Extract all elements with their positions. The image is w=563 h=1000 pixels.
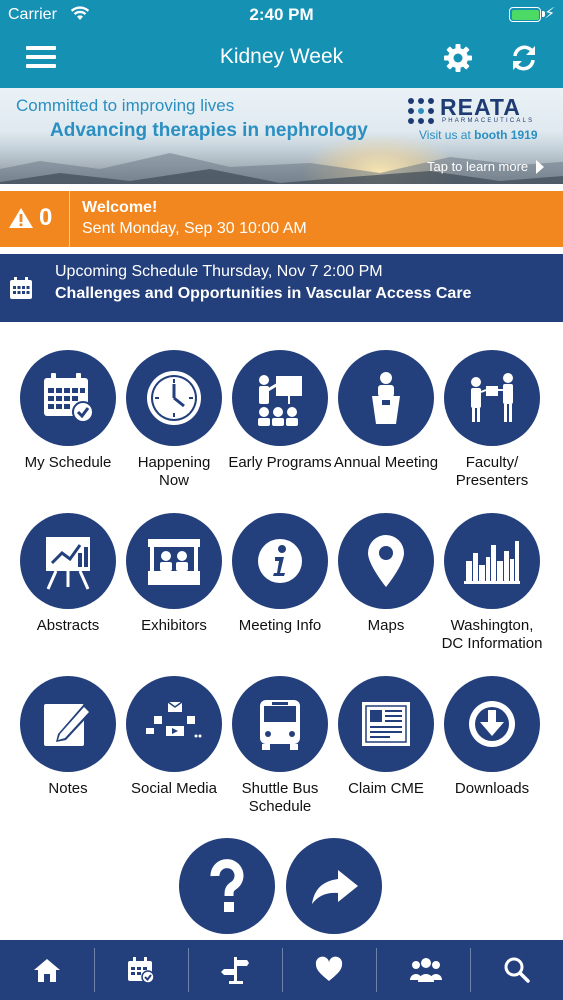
tab-directions[interactable]	[188, 940, 282, 1000]
status-time: 2:40 PM	[249, 5, 314, 24]
play-arrow-icon	[536, 160, 544, 174]
booth-number: booth 1919	[474, 128, 538, 142]
home-icon	[34, 959, 60, 982]
tile-shuttle-bus-schedule[interactable]: Shuttle Bus Schedule	[227, 676, 333, 816]
banner-tagline-1: Committed to improving lives	[16, 96, 235, 115]
alert-title: Welcome!	[82, 199, 158, 216]
page-title: Kidney Week	[219, 45, 344, 68]
banner-brand: REATA	[440, 94, 521, 120]
podium-icon	[338, 350, 434, 446]
tile-annual-meeting[interactable]: Annual Meeting	[333, 350, 439, 472]
tile-label: Abstracts	[36, 617, 100, 634]
alert-count: 0	[39, 204, 53, 231]
download-icon	[444, 676, 540, 772]
booth-icon	[126, 513, 222, 609]
top-bar: Carrier 2:40 PM ⚡ Kidney Week	[0, 0, 563, 88]
tile-exhibitors[interactable]: Exhibitors	[121, 513, 227, 635]
tile-label: Early Programs	[228, 454, 332, 471]
tile-label: Claim CME	[348, 780, 424, 797]
tile-meeting-info[interactable]: Meeting Info	[227, 513, 333, 635]
banner-cta[interactable]: Tap to learn more	[427, 159, 528, 174]
certificate-icon	[338, 676, 434, 772]
refresh-icon[interactable]	[508, 42, 540, 74]
clock-icon	[126, 350, 222, 446]
tile-faculty-presenters[interactable]: Faculty/ Presenters	[439, 350, 545, 490]
people-icon	[410, 958, 442, 982]
help-button[interactable]	[179, 838, 275, 934]
tile-label: Washington, DC Information	[441, 617, 543, 652]
note-pencil-icon	[20, 676, 116, 772]
search-icon	[504, 957, 530, 983]
tab-search[interactable]	[470, 940, 563, 1000]
calendar-icon	[128, 957, 155, 984]
tile-happening-now[interactable]: Happening Now	[121, 350, 227, 490]
tile-notes[interactable]: Notes	[15, 676, 121, 798]
map-pin-icon	[338, 513, 434, 609]
alert-divider	[69, 191, 70, 247]
banner-booth: Visit us at booth 1919	[419, 128, 538, 142]
tile-label: My Schedule	[24, 454, 112, 471]
tab-schedule[interactable]	[94, 940, 188, 1000]
gear-icon[interactable]	[442, 42, 474, 74]
signpost-icon	[221, 957, 249, 984]
booth-prefix: Visit us at	[419, 128, 475, 142]
tile-label: Social Media	[131, 780, 217, 797]
social-media-icon	[126, 676, 222, 772]
tile-maps[interactable]: Maps	[333, 513, 439, 635]
tile-label: Meeting Info	[238, 617, 322, 634]
tab-home[interactable]	[0, 940, 94, 1000]
charging-icon: ⚡	[544, 5, 555, 22]
tile-label: Shuttle Bus Schedule	[241, 780, 319, 815]
heart-icon	[315, 956, 343, 981]
city-skyline-icon	[444, 513, 540, 609]
alert-bar[interactable]: 0 Welcome! Sent Monday, Sep 30 10:00 AM	[0, 191, 563, 247]
tab-bar	[0, 940, 563, 1000]
info-icon	[232, 513, 328, 609]
upcoming-datetime: Upcoming Schedule Thursday, Nov 7 2:00 P…	[55, 263, 383, 280]
calendar-check-icon	[20, 350, 116, 446]
tile-label: Happening Now	[137, 454, 211, 489]
bus-icon	[232, 676, 328, 772]
tile-downloads[interactable]: Downloads	[439, 676, 545, 798]
battery-icon	[509, 7, 545, 22]
alert-subtitle: Sent Monday, Sep 30 10:00 AM	[82, 220, 307, 237]
easel-chart-icon	[20, 513, 116, 609]
tile-label: Notes	[48, 780, 88, 797]
tile-label: Maps	[367, 617, 405, 634]
upcoming-schedule[interactable]: Upcoming Schedule Thursday, Nov 7 2:00 P…	[0, 254, 563, 322]
calendar-icon	[10, 277, 32, 299]
tile-early-programs[interactable]: Early Programs	[227, 350, 333, 472]
sponsor-banner[interactable]: Committed to improving lives Advancing t…	[0, 88, 563, 184]
tile-social-media[interactable]: Social Media	[121, 676, 227, 798]
tile-label: Exhibitors	[141, 617, 207, 634]
nav-bar: Kidney Week	[0, 30, 563, 88]
tile-my-schedule[interactable]: My Schedule	[15, 350, 121, 472]
share-icon	[312, 870, 358, 904]
help-icon	[210, 859, 244, 912]
presentation-icon	[232, 350, 328, 446]
tile-label: Faculty/ Presenters	[455, 454, 529, 489]
presenters-icon	[444, 350, 540, 446]
status-bar: Carrier 2:40 PM ⚡	[0, 0, 563, 30]
tab-favorites[interactable]	[282, 940, 376, 1000]
tile-abstracts[interactable]: Abstracts	[15, 513, 121, 635]
banner-brand-sub: PHARMACEUTICALS	[442, 118, 535, 124]
share-button[interactable]	[286, 838, 382, 934]
upcoming-session-title: Challenges and Opportunities in Vascular…	[55, 285, 472, 302]
banner-tagline-2: Advancing therapies in nephrology	[50, 120, 368, 141]
tile-label: Annual Meeting	[333, 454, 439, 471]
tile-label: Downloads	[454, 780, 530, 797]
tile-claim-cme[interactable]: Claim CME	[333, 676, 439, 798]
tile-washington-dc-information[interactable]: Washington, DC Information	[439, 513, 545, 653]
tab-people[interactable]	[376, 940, 470, 1000]
warning-icon	[9, 208, 33, 228]
reata-logo-icon	[408, 98, 434, 124]
